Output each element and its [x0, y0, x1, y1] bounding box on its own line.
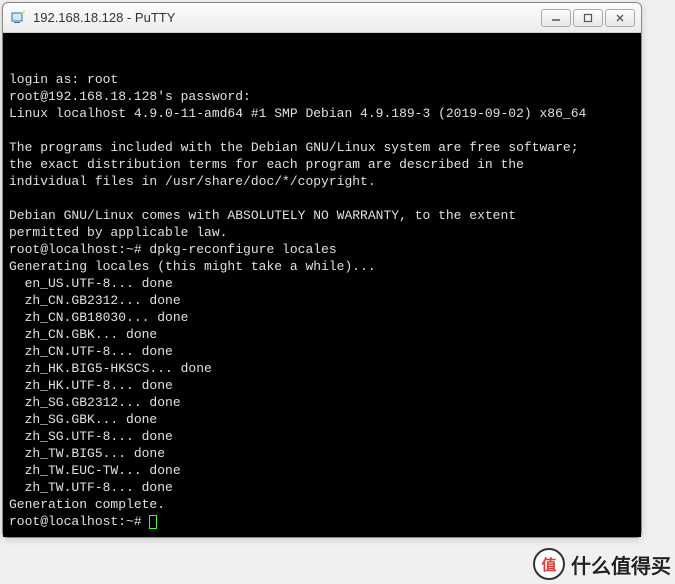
app-icon: [9, 9, 27, 27]
terminal-line: the exact distribution terms for each pr…: [9, 156, 635, 173]
close-button[interactable]: [605, 9, 635, 27]
terminal-line: login as: root: [9, 71, 635, 88]
terminal-line: zh_CN.GBK... done: [9, 326, 635, 343]
window-title: 192.168.18.128 - PuTTY: [33, 10, 541, 25]
terminal-line: zh_TW.BIG5... done: [9, 445, 635, 462]
terminal-line: root@localhost:~# dpkg-reconfigure local…: [9, 241, 635, 258]
terminal-line: individual files in /usr/share/doc/*/cop…: [9, 173, 635, 190]
terminal-area[interactable]: login as: rootroot@192.168.18.128's pass…: [3, 33, 641, 537]
terminal-line: zh_TW.EUC-TW... done: [9, 462, 635, 479]
terminal-line: zh_HK.UTF-8... done: [9, 377, 635, 394]
terminal-line: [9, 190, 635, 207]
maximize-button[interactable]: [573, 9, 603, 27]
prompt: root@localhost:~#: [9, 514, 149, 529]
terminal-line: root@192.168.18.128's password:: [9, 88, 635, 105]
terminal-line: zh_TW.UTF-8... done: [9, 479, 635, 496]
minimize-button[interactable]: [541, 9, 571, 27]
terminal-line: zh_CN.GB2312... done: [9, 292, 635, 309]
terminal-line: Debian GNU/Linux comes with ABSOLUTELY N…: [9, 207, 635, 224]
terminal-line: permitted by applicable law.: [9, 224, 635, 241]
terminal-line: [9, 122, 635, 139]
watermark: 值 什么值得买: [533, 548, 671, 580]
cursor: [149, 515, 157, 529]
window-controls: [541, 9, 635, 27]
terminal-line: zh_CN.GB18030... done: [9, 309, 635, 326]
terminal-line: Generation complete.: [9, 496, 635, 513]
putty-window: 192.168.18.128 - PuTTY login as: rootroo…: [2, 2, 642, 538]
terminal-line: zh_HK.BIG5-HKSCS... done: [9, 360, 635, 377]
watermark-text: 什么值得买: [571, 550, 671, 579]
terminal-line: zh_SG.UTF-8... done: [9, 428, 635, 445]
terminal-line: en_US.UTF-8... done: [9, 275, 635, 292]
terminal-line: Generating locales (this might take a wh…: [9, 258, 635, 275]
terminal-line: The programs included with the Debian GN…: [9, 139, 635, 156]
terminal-line: zh_CN.UTF-8... done: [9, 343, 635, 360]
terminal-line: zh_SG.GB2312... done: [9, 394, 635, 411]
watermark-badge: 值: [533, 548, 565, 580]
titlebar[interactable]: 192.168.18.128 - PuTTY: [3, 3, 641, 33]
terminal-line: zh_SG.GBK... done: [9, 411, 635, 428]
terminal-line: Linux localhost 4.9.0-11-amd64 #1 SMP De…: [9, 105, 635, 122]
